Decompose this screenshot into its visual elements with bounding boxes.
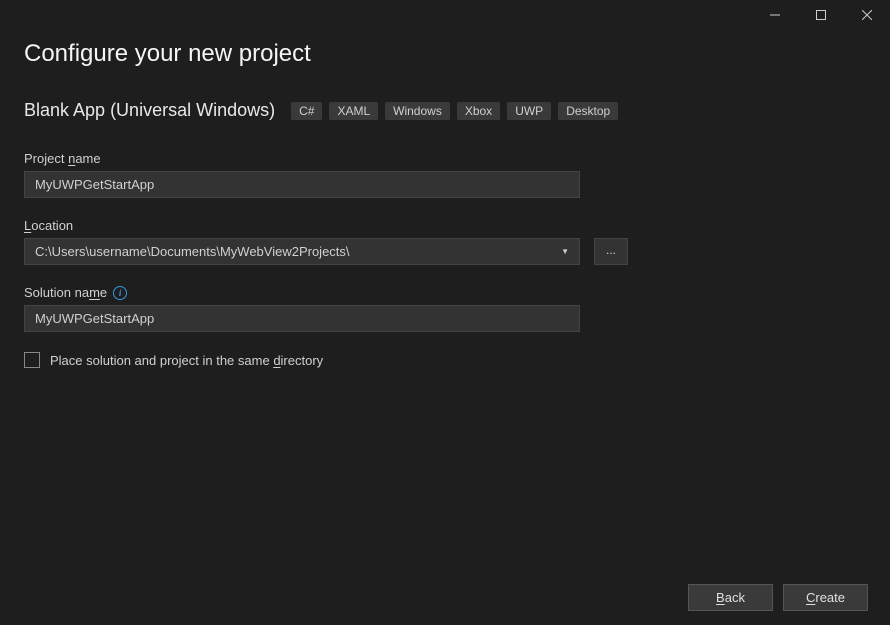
tag-xbox: Xbox — [457, 102, 500, 120]
location-label: Location — [24, 218, 866, 233]
solution-name-field: Solution name i — [24, 285, 866, 332]
template-row: Blank App (Universal Windows) C# XAML Wi… — [24, 100, 866, 121]
same-directory-checkbox[interactable] — [24, 352, 40, 368]
back-button[interactable]: Back — [688, 584, 773, 611]
maximize-button[interactable] — [798, 0, 844, 30]
location-combobox[interactable]: C:\Users\username\Documents\MyWebView2Pr… — [24, 238, 580, 265]
close-button[interactable] — [844, 0, 890, 30]
solution-name-label: Solution name i — [24, 285, 866, 300]
project-name-label: Project name — [24, 151, 866, 166]
tag-uwp: UWP — [507, 102, 551, 120]
page-title: Configure your new project — [24, 40, 866, 68]
chevron-down-icon: ▼ — [561, 247, 569, 256]
info-icon[interactable]: i — [113, 286, 127, 300]
template-name: Blank App (Universal Windows) — [24, 100, 275, 121]
create-button[interactable]: Create — [783, 584, 868, 611]
footer: Back Create — [688, 584, 868, 611]
tag-desktop: Desktop — [558, 102, 618, 120]
tag-xaml: XAML — [329, 102, 378, 120]
minimize-button[interactable] — [752, 0, 798, 30]
solution-name-input[interactable] — [24, 305, 580, 332]
titlebar — [0, 0, 890, 30]
tag-csharp: C# — [291, 102, 322, 120]
location-value: C:\Users\username\Documents\MyWebView2Pr… — [35, 244, 350, 259]
template-tags: C# XAML Windows Xbox UWP Desktop — [291, 102, 618, 120]
project-name-field: Project name — [24, 151, 866, 198]
location-field: Location C:\Users\username\Documents\MyW… — [24, 218, 866, 265]
browse-button[interactable]: ... — [594, 238, 628, 265]
same-directory-row: Place solution and project in the same d… — [24, 352, 866, 368]
project-name-input[interactable] — [24, 171, 580, 198]
same-directory-label: Place solution and project in the same d… — [50, 353, 323, 368]
tag-windows: Windows — [385, 102, 450, 120]
